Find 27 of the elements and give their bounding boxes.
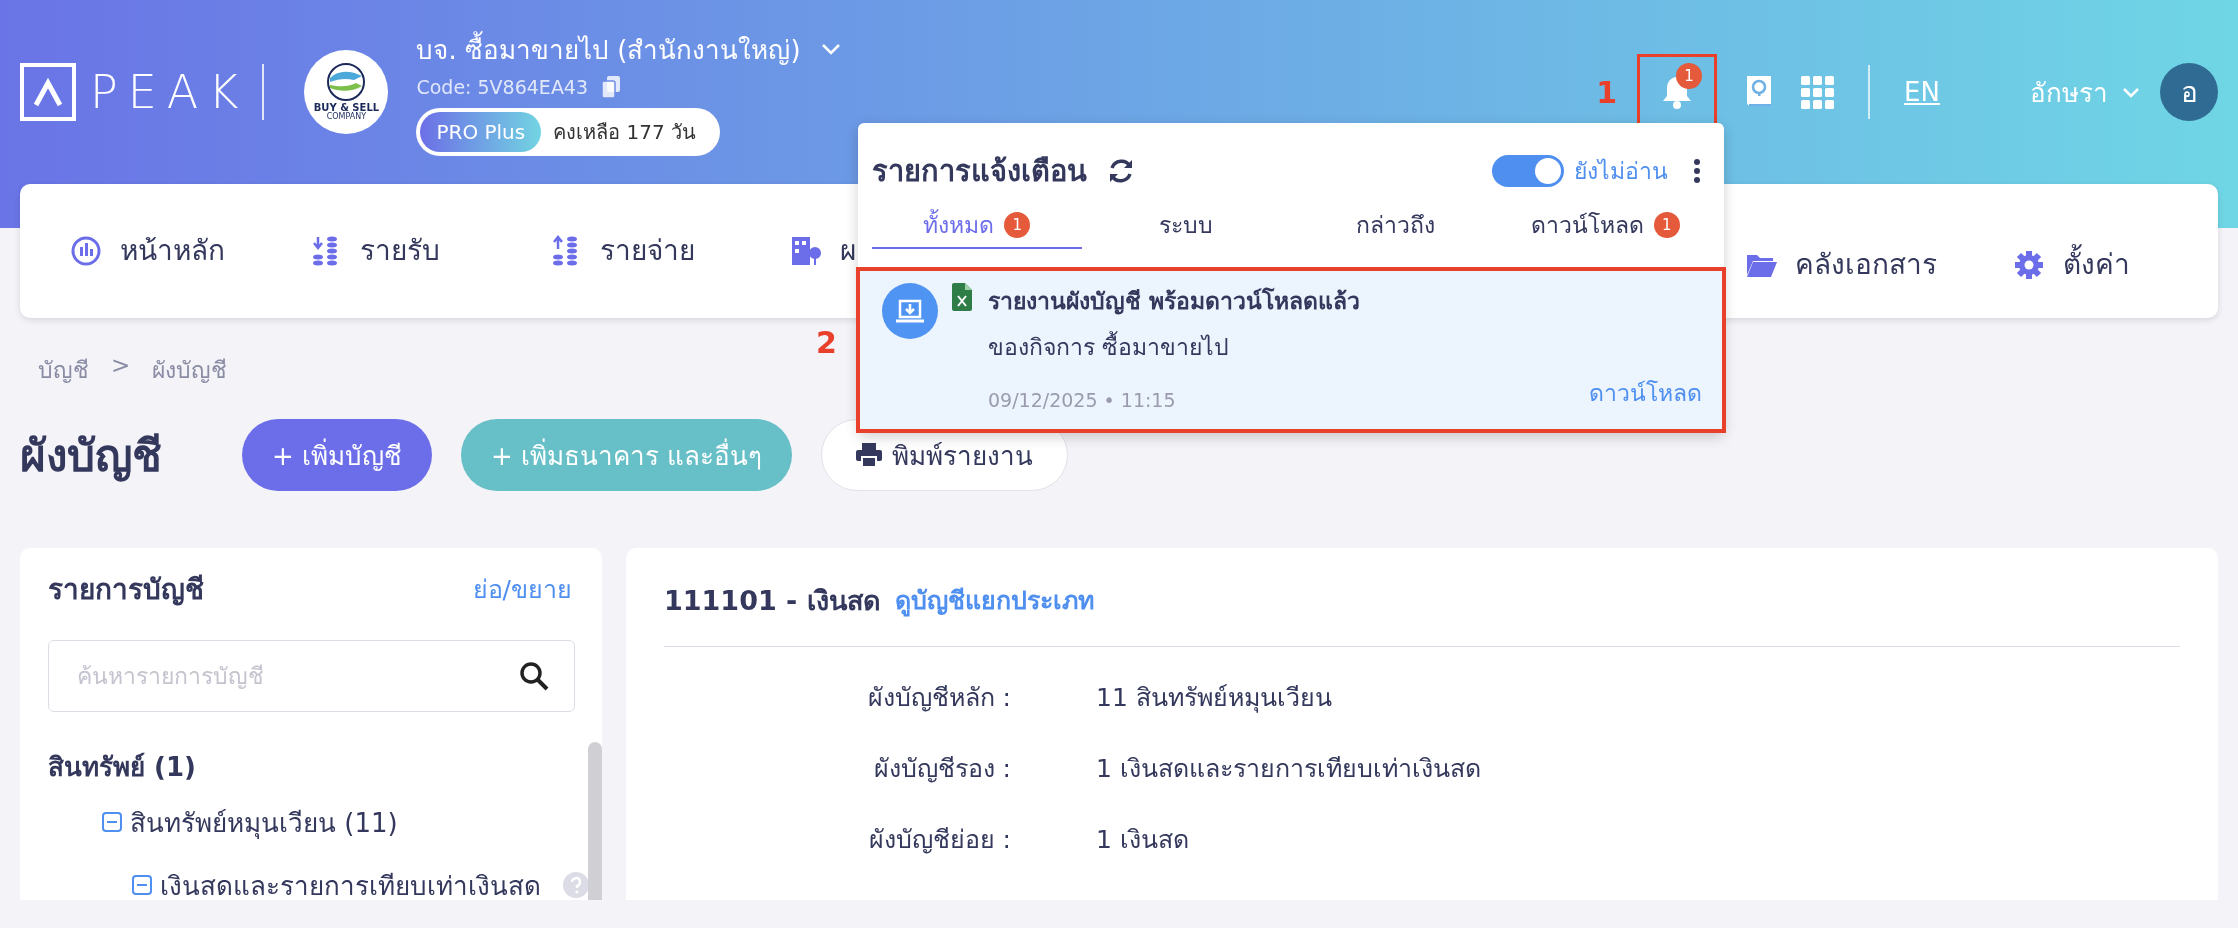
annotation-number: 2 xyxy=(816,325,837,360)
field-label: ผังบัญชีย่อย : xyxy=(867,823,1011,856)
days-remaining: คงเหลือ 177 วัน xyxy=(552,118,698,146)
field-label: ผังบัญชีหลัก : xyxy=(866,681,1011,714)
toggle-label: ยังไม่อ่าน xyxy=(1574,157,1668,186)
panel-title: รายการแจ้งเตือน xyxy=(872,153,1087,190)
annotation-number: 1 xyxy=(1596,74,1618,110)
timestamp: 09/12/2025 • 11:15 xyxy=(988,389,1176,411)
breadcrumb-separator: > xyxy=(111,352,131,380)
count-badge: 1 xyxy=(1004,212,1031,238)
logo-caption: COMPANY xyxy=(326,113,367,122)
field-value: 11 สินทรัพย์หมุนเวียน xyxy=(1096,681,1333,715)
notification-text: ของกิจการ ซื้อมาขายไป xyxy=(988,329,1702,365)
field-value: 1 เงินสดและรายการเทียบเท่าเงินสด xyxy=(1096,752,1482,785)
page-title: ผังบัญชี xyxy=(20,429,163,484)
field-value: 1 เงินสด xyxy=(1096,823,1190,856)
breadcrumb-item: ผังบัญชี xyxy=(152,356,228,385)
logo-caption: BUY & SELL xyxy=(313,102,380,114)
notification-badge: 1 xyxy=(1676,63,1703,89)
field-label: ผังบัญชีรอง : xyxy=(872,752,1011,785)
panel-title: รายการบัญชี xyxy=(48,572,204,608)
logo-text: PEAK xyxy=(90,65,249,119)
account-title: 111101 - เงินสด xyxy=(664,583,881,618)
count-badge: 1 xyxy=(1653,212,1680,238)
plan-badge: PRO Plus xyxy=(420,111,542,152)
notification-title: รายงานผังบัญชี พร้อมดาวน์โหลดแล้ว xyxy=(988,286,1361,317)
company-code: Code: 5V864EA43 xyxy=(416,75,589,98)
